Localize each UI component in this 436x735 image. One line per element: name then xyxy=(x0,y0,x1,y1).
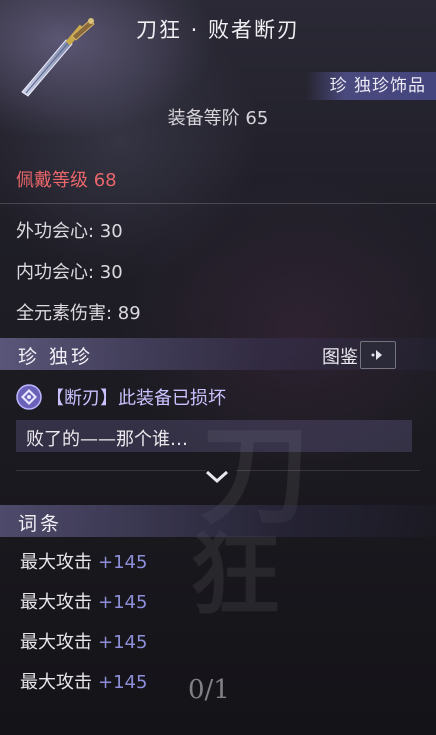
affix-row: 最大攻击 +145 xyxy=(20,668,147,694)
quality-title: 珍 独珍 xyxy=(18,346,94,368)
broken-status-text: 【断刃】此装备已损坏 xyxy=(46,388,226,409)
stat-element-damage: 全元素伤害: 89 xyxy=(16,303,141,324)
chevron-right-icon xyxy=(371,350,382,360)
item-title: 刀狂 · 败者断刃 xyxy=(135,18,301,42)
divider xyxy=(236,470,420,471)
wear-level: 佩戴等级 68 xyxy=(16,170,117,191)
affix-value: +145 xyxy=(98,552,148,573)
affix-value: +145 xyxy=(98,632,148,653)
page-count: 0/1 xyxy=(188,675,230,705)
affix-name: 最大攻击 xyxy=(20,672,92,693)
item-header: 刀狂 · 败者断刃 珍 独珍饰品 装备等阶 65 xyxy=(0,0,436,158)
divider xyxy=(0,203,436,204)
affix-value: +145 xyxy=(98,592,148,613)
stat-inner-crit: 内功会心: 30 xyxy=(16,262,123,283)
codex-arrow-button[interactable] xyxy=(360,341,396,369)
rarity-tag: 珍 独珍饰品 xyxy=(305,72,436,100)
affix-name: 最大攻击 xyxy=(20,592,92,613)
codex-button[interactable]: 图鉴 xyxy=(322,343,358,369)
chevron-down-icon[interactable] xyxy=(204,468,230,486)
affix-value: +145 xyxy=(98,672,148,693)
flavor-text: 败了的——那个谁… xyxy=(26,429,188,450)
affix-name: 最大攻击 xyxy=(20,552,92,573)
divider xyxy=(16,470,206,471)
flavor-box: 败了的——那个谁… xyxy=(16,420,412,452)
affix-row: 最大攻击 +145 xyxy=(20,588,147,614)
affix-row: 最大攻击 +145 xyxy=(20,548,147,574)
affix-name: 最大攻击 xyxy=(20,632,92,653)
background-calligraphy: 狂 xyxy=(190,522,280,628)
equip-rank: 装备等阶 65 xyxy=(167,108,269,129)
quality-section: 珍 独珍 图鉴 xyxy=(0,338,436,370)
stat-outer-crit: 外功会心: 30 xyxy=(16,221,123,242)
affix-row: 最大攻击 +145 xyxy=(20,628,147,654)
affix-section: 词条 xyxy=(0,505,436,537)
broken-status: 【断刃】此装备已损坏 xyxy=(16,382,226,412)
affix-title: 词条 xyxy=(18,513,63,535)
broken-gem-icon xyxy=(16,384,42,410)
